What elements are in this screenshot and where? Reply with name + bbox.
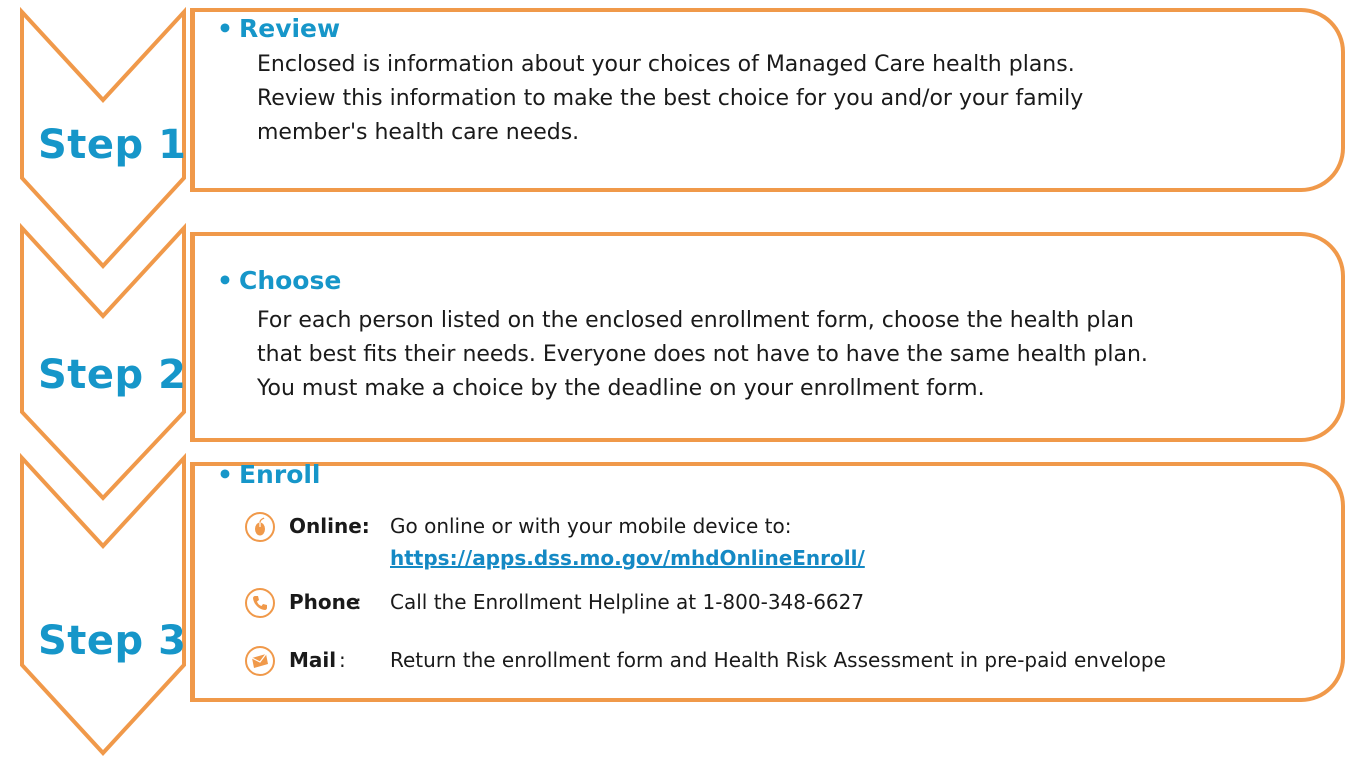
mouse-icon	[245, 512, 275, 542]
bullet-icon: •	[217, 266, 233, 295]
step-2-line: that best fits their needs. Everyone doe…	[257, 342, 1148, 367]
step-1-line: Review this information to make the best…	[257, 86, 1084, 111]
step-3-panel: • Enroll Online: Go online or with your m…	[190, 460, 1345, 702]
phone-colon: :	[355, 590, 362, 614]
step-2-title-text: Choose	[238, 266, 342, 295]
step-1-body: Enclosed is information about your choic…	[257, 48, 1321, 150]
step-2-title: • Choose	[217, 266, 341, 295]
phone-label: Phone	[289, 590, 360, 614]
step-1-title-text: Review	[238, 14, 341, 43]
step-2-panel: • Choose For each person listed on the en…	[190, 232, 1345, 442]
step-3-label: Step 3	[38, 618, 187, 664]
envelope-icon	[245, 646, 275, 676]
step-2-line: For each person listed on the enclosed e…	[257, 308, 1134, 333]
step-1-panel: • Review Enclosed is information about yo…	[190, 8, 1345, 192]
step-1-label: Step 1	[38, 122, 187, 168]
mail-text: Return the enrollment form and Health Ri…	[390, 648, 1166, 672]
mail-colon: :	[339, 648, 346, 672]
mail-label: Mail	[289, 648, 337, 672]
step-3-title-text: Enroll	[238, 460, 321, 489]
step-1-title: • Review	[217, 14, 340, 43]
online-enroll-link[interactable]: https://apps.dss.mo.gov/mhdOnlineEnroll/	[390, 546, 865, 570]
bullet-icon: •	[217, 14, 233, 43]
step-2-line: You must make a choice by the deadline o…	[257, 376, 985, 401]
step-2-label: Step 2	[38, 352, 187, 398]
phone-icon	[245, 588, 275, 618]
step-2-body: For each person listed on the enclosed e…	[257, 304, 1321, 406]
chevron-step-3	[20, 452, 186, 756]
online-text: Go online or with your mobile device to:	[390, 514, 792, 538]
phone-text: Call the Enrollment Helpline at 1-800-34…	[390, 590, 865, 614]
bullet-icon: •	[217, 460, 233, 489]
online-label: Online:	[289, 514, 370, 538]
step-3-title: • Enroll	[217, 460, 321, 489]
step-1-line: Enclosed is information about your choic…	[257, 52, 1075, 77]
step-1-line: member's health care needs.	[257, 120, 580, 145]
